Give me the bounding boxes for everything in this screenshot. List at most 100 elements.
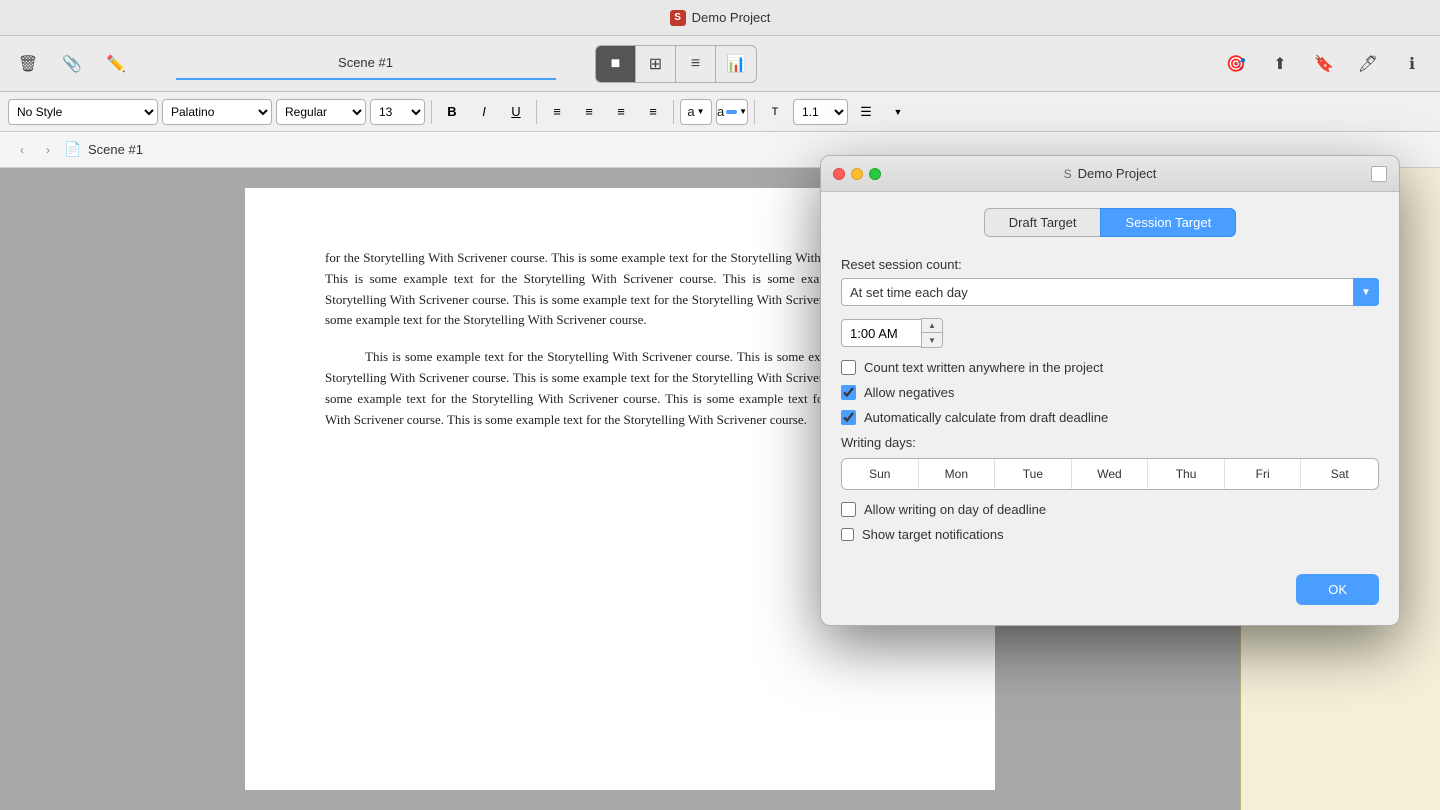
highlight-label: a — [687, 104, 694, 119]
auto-calculate-checkbox[interactable] — [841, 410, 856, 425]
modal-title: S Demo Project — [1064, 166, 1157, 181]
app-title: S Demo Project — [670, 10, 771, 26]
highlight-color-button[interactable]: a ▼ — [680, 99, 712, 125]
format-bar: No Style Palatino Regular 13 B I U ≡ ≡ ≡… — [0, 92, 1440, 132]
style-select[interactable]: No Style — [8, 99, 158, 125]
time-decrement-button[interactable]: ▼ — [922, 333, 942, 347]
nav-back-button[interactable]: ‹ — [12, 140, 32, 160]
modal-title-bar: S Demo Project — [821, 156, 1399, 192]
align-center-button[interactable]: ≡ — [575, 99, 603, 125]
breadcrumb: Scene #1 — [88, 142, 143, 157]
allow-deadline-checkbox[interactable] — [841, 502, 856, 517]
traffic-lights — [833, 168, 881, 180]
count-anywhere-label: Count text written anywhere in the proje… — [864, 360, 1103, 375]
compose-button[interactable]: 🖊 — [1348, 46, 1388, 82]
modal-body: Draft Target Session Target Reset sessio… — [821, 192, 1399, 625]
day-fri[interactable]: Fri — [1225, 459, 1302, 489]
tab-draft-target[interactable]: Draft Target — [984, 208, 1101, 237]
reset-select[interactable]: At set time each day On project open Man… — [841, 278, 1379, 306]
reset-label: Reset session count: — [841, 257, 1379, 272]
allow-deadline-row: Allow writing on day of deadline — [841, 502, 1379, 517]
day-tue[interactable]: Tue — [995, 459, 1072, 489]
day-wed[interactable]: Wed — [1072, 459, 1149, 489]
text-color-label: a — [717, 104, 724, 119]
minimize-button[interactable] — [851, 168, 863, 180]
days-grid: Sun Mon Tue Wed Thu Fri Sat — [841, 458, 1379, 490]
app-icon: S — [670, 10, 686, 26]
notifications-checkbox[interactable] — [841, 528, 854, 541]
attach-button[interactable]: 📎 — [52, 46, 92, 82]
button-row: OK — [841, 558, 1379, 605]
writing-days-row: Writing days: Sun Mon Tue Wed Thu Fri Sa… — [841, 435, 1379, 490]
close-button[interactable] — [833, 168, 845, 180]
bold-button[interactable]: B — [438, 99, 466, 125]
outline-view-button[interactable]: ≡ — [676, 46, 716, 82]
day-thu[interactable]: Thu — [1148, 459, 1225, 489]
cork-view-button[interactable]: ⊞ — [636, 46, 676, 82]
allow-negatives-row: Allow negatives — [841, 385, 1379, 400]
font-select[interactable]: Palatino — [162, 99, 272, 125]
time-stepper: ▲ ▼ — [921, 318, 943, 348]
reset-session-row: Reset session count: At set time each da… — [841, 257, 1379, 306]
tab-bar: Draft Target Session Target — [841, 208, 1379, 237]
color-swatch — [726, 110, 737, 114]
maximize-button[interactable] — [869, 168, 881, 180]
count-anywhere-row: Count text written anywhere in the proje… — [841, 360, 1379, 375]
modal-dialog: S Demo Project Draft Target Session Targ… — [820, 155, 1400, 626]
page-view-button[interactable]: ■ — [596, 46, 636, 82]
modal-collapse-button[interactable] — [1371, 166, 1387, 182]
view-toggle-group: ■ ⊞ ≡ 📊 — [595, 45, 757, 83]
trash-button[interactable]: 🗑 — [8, 46, 48, 82]
divider-3 — [673, 100, 674, 124]
time-input-wrap: ▲ ▼ — [841, 318, 951, 348]
chevron-down-icon: ▼ — [697, 107, 705, 116]
line-spacing-select[interactable]: 1.1 — [793, 99, 848, 125]
italic-button[interactable]: I — [470, 99, 498, 125]
day-sun[interactable]: Sun — [842, 459, 919, 489]
align-justify-button[interactable]: ≡ — [639, 99, 667, 125]
divider-1 — [431, 100, 432, 124]
nav-forward-button[interactable]: › — [38, 140, 58, 160]
allow-negatives-label: Allow negatives — [864, 385, 954, 400]
allow-negatives-checkbox[interactable] — [841, 385, 856, 400]
divider-4 — [754, 100, 755, 124]
time-increment-button[interactable]: ▲ — [922, 319, 942, 333]
font-weight-select[interactable]: Regular — [276, 99, 366, 125]
bookmark-button[interactable]: 🔖 — [1304, 46, 1344, 82]
underline-button[interactable]: U — [502, 99, 530, 125]
count-anywhere-checkbox[interactable] — [841, 360, 856, 375]
align-left-button[interactable]: ≡ — [543, 99, 571, 125]
allow-deadline-label: Allow writing on day of deadline — [864, 502, 1046, 517]
writing-days-label: Writing days: — [841, 435, 1379, 450]
stats-view-button[interactable]: 📊 — [716, 46, 756, 82]
day-sat[interactable]: Sat — [1301, 459, 1378, 489]
tab-session-target[interactable]: Session Target — [1100, 208, 1236, 237]
notifications-label: Show target notifications — [862, 527, 1004, 542]
modal-title-icon: S — [1064, 167, 1072, 181]
edit-button[interactable]: ✏️ — [96, 46, 136, 82]
text-color-chevron-icon: ▼ — [739, 107, 747, 116]
align-right-button[interactable]: ≡ — [607, 99, 635, 125]
title-input-wrap — [140, 48, 591, 80]
auto-calculate-row: Automatically calculate from draft deadl… — [841, 410, 1379, 425]
auto-calculate-label: Automatically calculate from draft deadl… — [864, 410, 1108, 425]
font-size-select[interactable]: 13 — [370, 99, 425, 125]
time-input[interactable] — [841, 319, 921, 347]
indent-button[interactable]: T — [761, 99, 789, 125]
notification-row: Show target notifications — [841, 527, 1379, 542]
list-button[interactable]: ☰ — [852, 99, 880, 125]
day-mon[interactable]: Mon — [919, 459, 996, 489]
time-row: ▲ ▼ — [841, 318, 1379, 348]
ok-button[interactable]: OK — [1296, 574, 1379, 605]
doc-title-input[interactable] — [176, 48, 556, 80]
target-button[interactable]: 🎯 — [1216, 46, 1256, 82]
info-button[interactable]: ℹ — [1392, 46, 1432, 82]
divider-2 — [536, 100, 537, 124]
share-button[interactable]: ⬆ — [1260, 46, 1300, 82]
doc-icon: 📄 — [64, 141, 82, 159]
text-color-button[interactable]: a ▼ — [716, 99, 748, 125]
title-bar: S Demo Project — [0, 0, 1440, 36]
main-toolbar: 🗑 📎 ✏️ ■ ⊞ ≡ 📊 🎯 ⬆ 🔖 🖊 ℹ — [0, 36, 1440, 92]
reset-select-wrap: At set time each day On project open Man… — [841, 278, 1379, 306]
list-chevron-button[interactable]: ▼ — [884, 99, 912, 125]
